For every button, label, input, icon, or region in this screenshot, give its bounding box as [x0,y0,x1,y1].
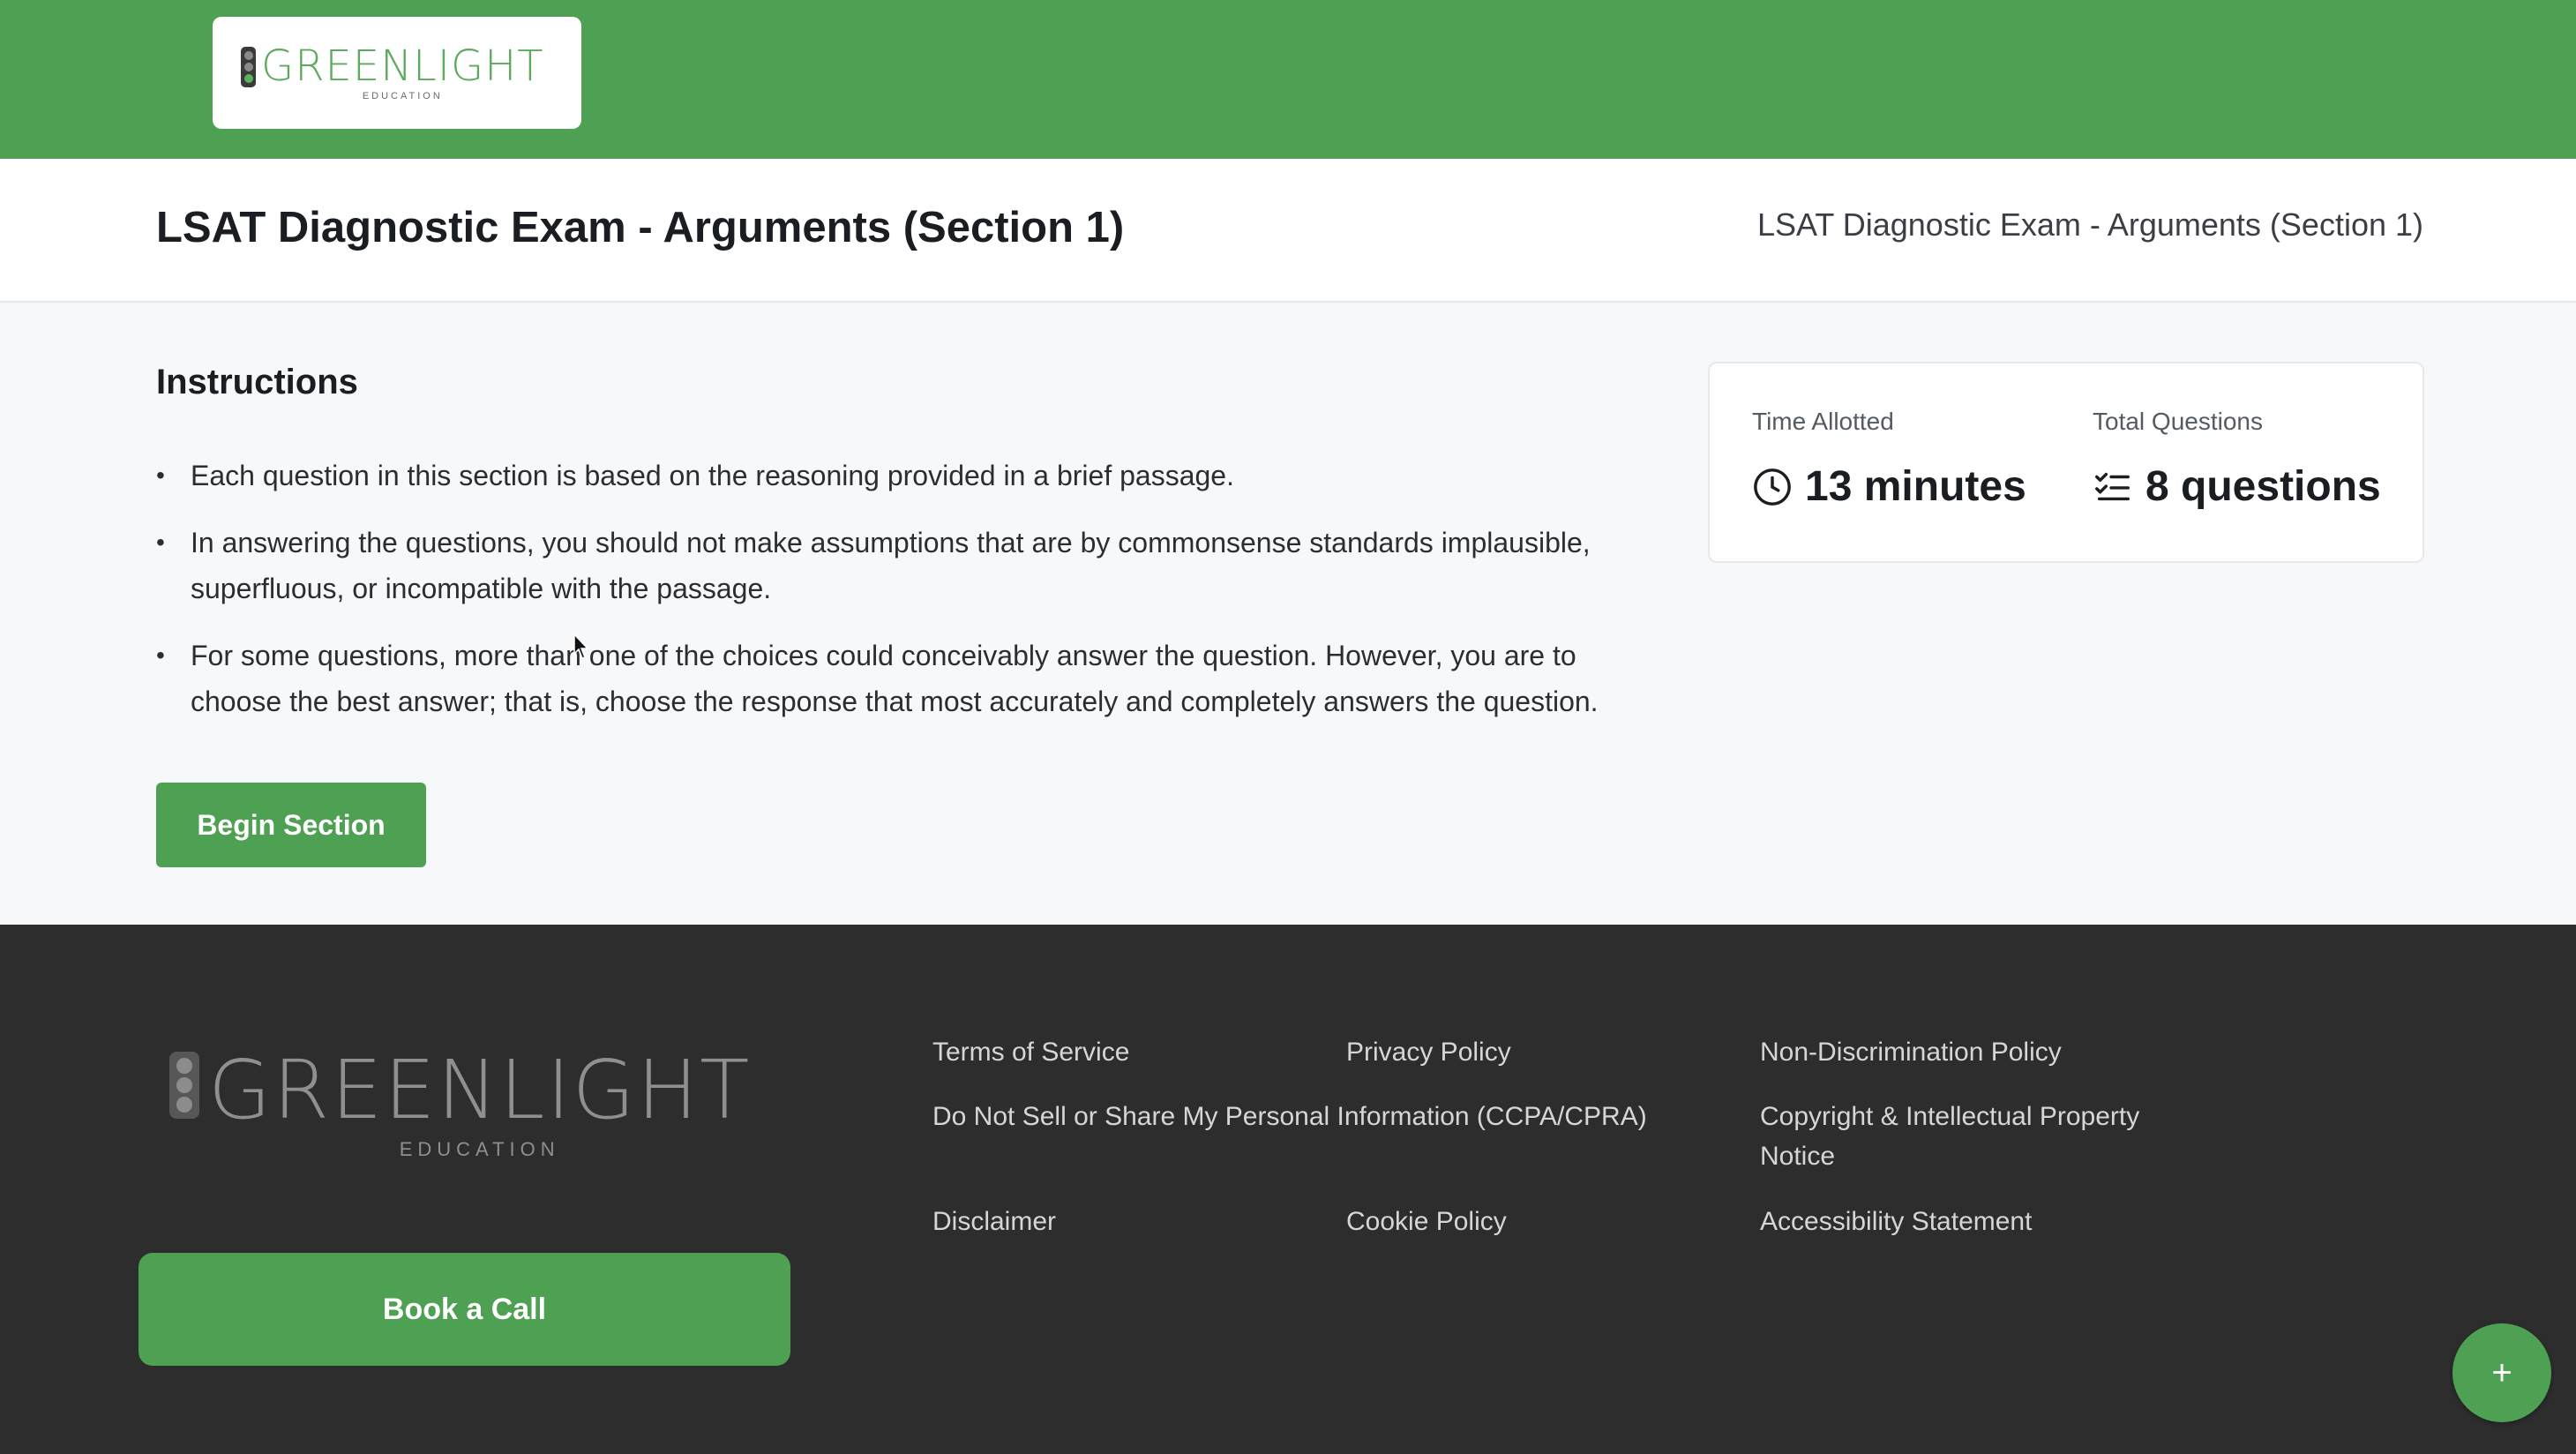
bullet: • [156,641,165,669]
plus-icon[interactable]: + [2452,1323,2551,1422]
book-a-call-button[interactable]: Book a Call [139,1253,790,1366]
total-questions-value-row: 8 questions [2093,462,2381,511]
disclaimer-link[interactable]: Disclaimer [932,1202,1056,1241]
checklist-icon [2095,472,2130,500]
total-questions-value: 8 questions [2145,463,2381,510]
instruction-item: • Each question in this section is based… [156,453,1656,498]
instruction-text: For some questions, more than one of the… [191,640,1599,717]
footer: GREENLIGHT EDUCATION Book a Call Terms o… [0,925,2576,1454]
brand-logo[interactable]: GREENLIGHT EDUCATION [213,17,581,129]
instruction-text: In answering the questions, you should n… [191,527,1591,604]
title-strip: LSAT Diagnostic Exam - Arguments (Sectio… [0,159,2576,303]
footer-logo[interactable]: GREENLIGHT EDUCATION [169,1048,751,1161]
time-allotted-label: Time Allotted [1752,408,1894,435]
breadcrumb: LSAT Diagnostic Exam - Arguments (Sectio… [1757,206,2423,243]
logo-inner: GREENLIGHT EDUCATION [241,43,544,101]
instructions-heading: Instructions [156,363,358,401]
mouse-cursor-icon [573,633,589,659]
non-discrimination-policy-link[interactable]: Non-Discrimination Policy [1760,1032,2062,1072]
begin-section-button[interactable]: Begin Section [156,783,426,867]
page-title: LSAT Diagnostic Exam - Arguments (Sectio… [156,204,1125,251]
logo-subtitle: EDUCATION [362,91,443,101]
terms-of-service-link[interactable]: Terms of Service [932,1032,1129,1072]
clock-icon [1754,468,1791,506]
time-allotted-value: 13 minutes [1805,463,2026,510]
total-questions-label: Total Questions [2093,408,2263,435]
footer-logo-text: GREENLIGHT EDUCATION [208,1048,751,1161]
time-allotted-value-row: 13 minutes [1752,462,2026,511]
bullet: • [156,461,165,489]
copyright-line-2: Notice [1760,1142,1836,1171]
accessibility-statement-link[interactable]: Accessibility Statement [1760,1202,2032,1241]
cookie-policy-link[interactable]: Cookie Policy [1346,1202,1507,1241]
main-content: Instructions • Each question in this sec… [0,303,2576,925]
logo-text: GREENLIGHT EDUCATION [261,43,544,101]
total-questions-stat: Total Questions 8 questions [2093,408,2381,511]
instructions-list: • Each question in this section is based… [156,453,1656,746]
top-bar: GREENLIGHT EDUCATION [0,0,2576,159]
logo-wordmark: GREENLIGHT [261,43,544,89]
instruction-text: Each question in this section is based o… [191,460,1234,491]
copyright-notice-link[interactable]: Copyright & Intellectual Property Notice [1760,1097,2201,1176]
traffic-light-icon [169,1052,199,1119]
time-allotted-stat: Time Allotted 13 minutes [1752,408,2026,511]
instruction-item: • In answering the questions, you should… [156,520,1656,611]
footer-logo-subtitle: EDUCATION [399,1138,560,1160]
do-not-sell-link[interactable]: Do Not Sell or Share My Personal Informa… [932,1097,1647,1136]
stats-card: Time Allotted 13 minutes Total Questions… [1708,362,2424,563]
bullet: • [156,528,165,556]
footer-logo-wordmark: GREENLIGHT [208,1043,752,1137]
copyright-line-1: Copyright & Intellectual Property [1760,1102,2140,1131]
instruction-item: • For some questions, more than one of t… [156,633,1656,724]
privacy-policy-link[interactable]: Privacy Policy [1346,1032,1511,1072]
logo-word-light: LIGHT [413,41,544,91]
logo-word-green: GREEN [261,41,414,91]
traffic-light-icon [241,47,256,87]
